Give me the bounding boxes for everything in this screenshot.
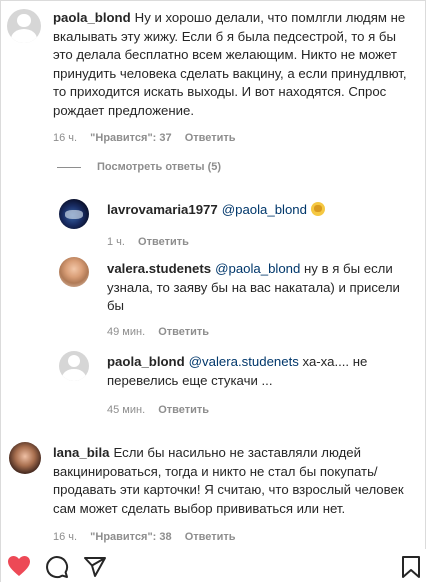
share-icon[interactable]	[83, 555, 107, 579]
mention-link[interactable]: @valera.studenets	[189, 354, 299, 369]
view-replies-label: Посмотреть ответы (5)	[97, 161, 222, 173]
avatar-paola-blond[interactable]	[59, 351, 89, 381]
avatar-valera-studenets[interactable]	[59, 257, 89, 287]
comment-text-line: сам может сделать выбор прививаться или …	[53, 500, 346, 516]
comment-text-line: продавать эти карточки! Я считаю, что вз…	[53, 482, 404, 497]
reply-lavrovamaria1977: lavrovamaria1977 @paola_blond	[107, 201, 417, 220]
comment-meta: 16 ч. "Нравится": 37 Ответить	[53, 132, 246, 144]
reply-time: 45 мин.	[107, 404, 146, 416]
avatar-lavrovamaria1977[interactable]	[59, 199, 89, 229]
avatar-paola-blond[interactable]	[7, 9, 41, 43]
reply-valera-studenets: valera.studenets @paola_blond ну в я бы е…	[107, 260, 417, 316]
heart-icon[interactable]	[7, 555, 31, 577]
comment-text-line: Если бы насильно не заставляли людей	[113, 445, 361, 460]
comment-icon[interactable]	[45, 555, 69, 579]
avatar-lana-bila[interactable]	[9, 442, 41, 474]
username-paola-blond[interactable]: paola_blond	[53, 10, 131, 25]
comments-panel: paola_blond Ну и хорошо делали, что помлг…	[0, 0, 427, 583]
comment-text-line: это делала бесплатно всем желающим. Никт…	[53, 47, 397, 62]
mention-link[interactable]: @paola_blond	[215, 261, 300, 276]
reply-paola-blond: paola_blond @valera.studenets ха-ха.... н…	[107, 353, 417, 390]
reply-text: ха-ха.... не	[298, 354, 368, 369]
bookmark-icon[interactable]	[401, 555, 421, 579]
reply-text-line: бы	[107, 298, 125, 313]
reply-button[interactable]: Ответить	[185, 132, 236, 144]
username-lana-bila[interactable]: lana_bila	[53, 445, 109, 460]
comment-text-line: то приходится искать выходы. И вот наход…	[53, 84, 387, 99]
clap-emoji-icon	[310, 202, 325, 216]
action-bar	[1, 549, 427, 583]
reply-meta: 49 мин. Ответить	[107, 326, 219, 338]
view-replies-button[interactable]: Посмотреть ответы (5)	[57, 161, 221, 173]
comment-paola-blond: paola_blond Ну и хорошо делали, что помлг…	[53, 9, 423, 120]
reply-meta: 45 мин. Ответить	[107, 404, 219, 416]
reply-button[interactable]: Ответить	[158, 326, 209, 338]
comment-text-line: принудить человека сделать вакцину, а ес…	[53, 65, 407, 81]
divider-line	[57, 166, 81, 168]
comment-time: 16 ч.	[53, 132, 78, 144]
username-valera-studenets[interactable]: valera.studenets	[107, 261, 211, 276]
reply-text: ну в я бы если	[300, 261, 393, 276]
likes-count[interactable]: "Нравится": 37	[90, 132, 171, 144]
reply-button[interactable]: Ответить	[185, 531, 236, 543]
reply-text-line: перевелись еще стукачи ...	[107, 372, 273, 388]
reply-meta: 1 ч. Ответить	[107, 236, 199, 248]
username-lavrovamaria1977[interactable]: lavrovamaria1977	[107, 202, 218, 217]
reply-text-line: узнала, то заяву бы на вас накатала) и п…	[107, 279, 400, 295]
reply-time: 49 мин.	[107, 326, 146, 338]
mention-link[interactable]: @paola_blond	[222, 202, 307, 217]
comment-text-line: рождает предложение.	[53, 102, 195, 118]
comment-time: 16 ч.	[53, 531, 78, 543]
comment-text-line: вакцинироваться, тогда и никто не стал б…	[53, 463, 378, 479]
comment-text-line: вкалывать эту жижу. Если б я была педсес…	[53, 28, 396, 44]
likes-count[interactable]: "Нравится": 38	[90, 531, 171, 543]
reply-button[interactable]: Ответить	[158, 404, 209, 416]
username-paola-blond[interactable]: paola_blond	[107, 354, 185, 369]
reply-time: 1 ч.	[107, 236, 125, 248]
comment-lana-bila: lana_bila Если бы насильно не заставляли …	[53, 444, 423, 518]
reply-button[interactable]: Ответить	[138, 236, 189, 248]
comment-text-line: Ну и хорошо делали, что помлгли людям не	[134, 10, 406, 25]
comment-meta: 16 ч. "Нравится": 38 Ответить	[53, 531, 246, 543]
